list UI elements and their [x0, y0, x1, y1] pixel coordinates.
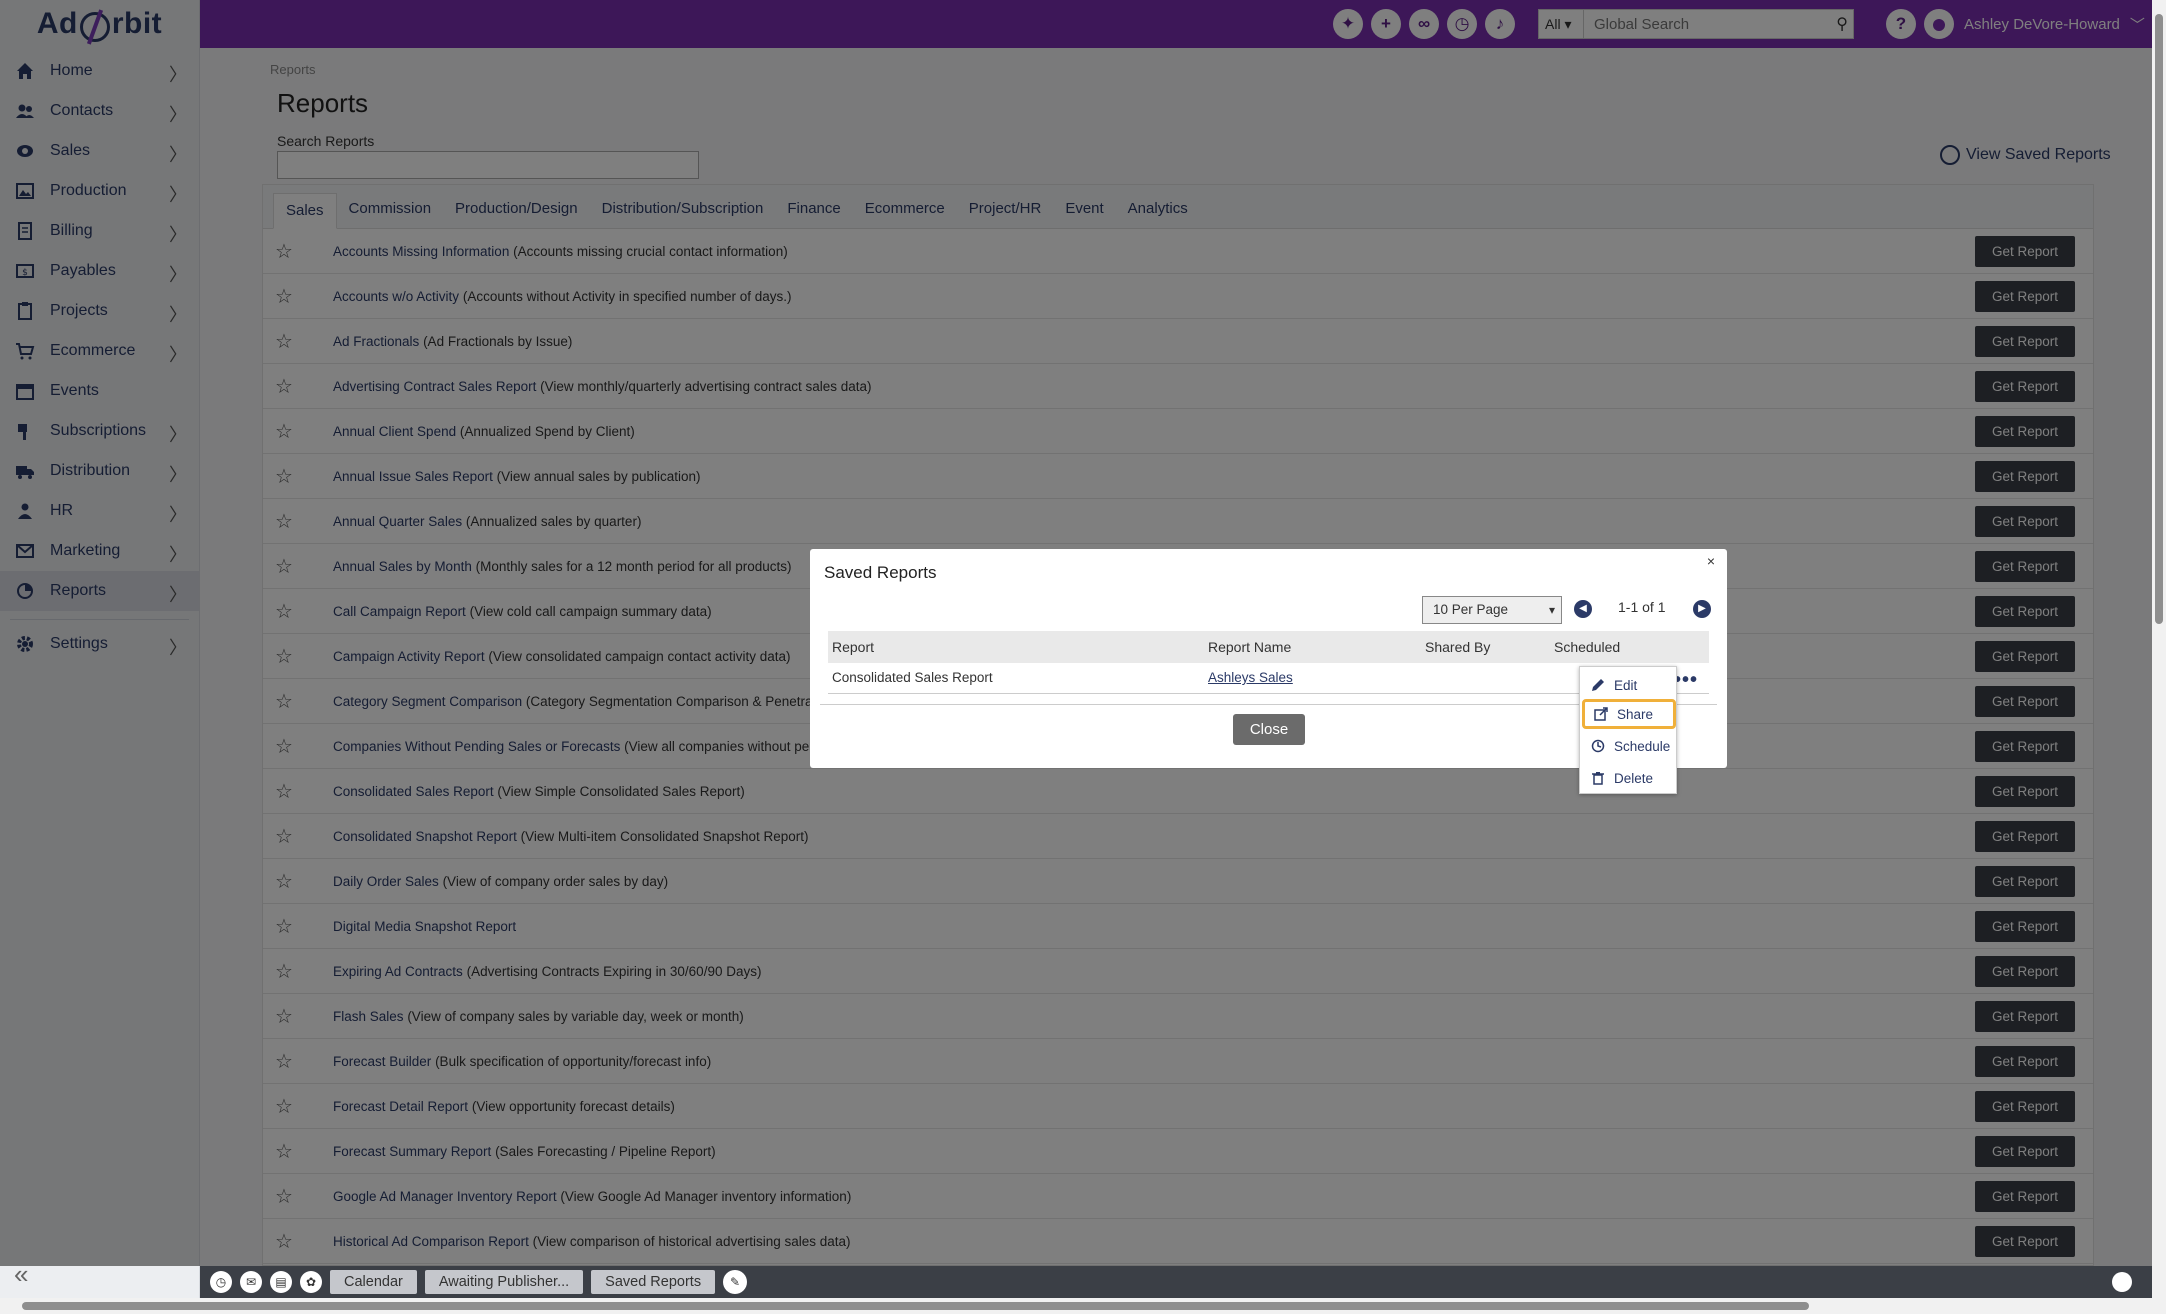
close-button[interactable]: Close — [1233, 714, 1305, 745]
menu-item-label: Edit — [1614, 677, 1638, 693]
per-page-select[interactable]: 10 Per Page ▾ — [1422, 596, 1562, 624]
column-report: Report — [832, 639, 875, 655]
column-scheduled: Scheduled — [1554, 639, 1621, 655]
pager-info: 1-1 of 1 — [1618, 599, 1666, 615]
menu-item-delete[interactable]: Delete — [1582, 763, 1676, 793]
column-report-name: Report Name — [1208, 639, 1292, 655]
bottom-tab-awaiting-publisher[interactable]: Awaiting Publisher... — [424, 1270, 584, 1294]
pencil-icon — [1590, 677, 1606, 693]
clock-icon — [1590, 738, 1606, 754]
trash-icon — [1590, 770, 1606, 786]
menu-item-label: Share — [1617, 706, 1654, 722]
close-icon[interactable]: × — [1707, 553, 1715, 569]
table-row: Consolidated Sales Report Ashleys Sales — [828, 663, 1709, 694]
menu-item-edit[interactable]: Edit — [1582, 670, 1676, 700]
table-header: Report Report Name Shared By Scheduled — [828, 631, 1709, 663]
next-page-icon[interactable]: ▶ — [1693, 600, 1711, 618]
cell-report: Consolidated Sales Report — [832, 670, 993, 685]
bottom-icons: ◷ ✉ ▤ ✿ — [210, 1271, 322, 1293]
clock-icon[interactable]: ◷ — [210, 1271, 232, 1293]
menu-item-schedule[interactable]: Schedule — [1582, 731, 1676, 761]
badge-icon[interactable]: ✿ — [300, 1271, 322, 1293]
previous-page-icon[interactable]: ◀ — [1574, 600, 1592, 618]
inbox-icon[interactable]: ▤ — [270, 1271, 292, 1293]
share-icon — [1593, 706, 1609, 722]
toggle-icon[interactable] — [2112, 1272, 2132, 1292]
mail-icon[interactable]: ✉ — [240, 1271, 262, 1293]
scroll-thumb[interactable] — [2155, 14, 2163, 624]
menu-item-label: Delete — [1614, 770, 1654, 786]
more-actions-icon[interactable]: ••• — [1674, 669, 1698, 692]
column-shared-by: Shared By — [1425, 639, 1491, 655]
bottom-tab-saved-reports[interactable]: Saved Reports — [591, 1270, 716, 1294]
menu-item-label: Schedule — [1614, 738, 1671, 754]
horizontal-scrollbar[interactable] — [0, 1298, 2166, 1314]
vertical-scrollbar[interactable] — [2152, 0, 2166, 1298]
modal-title: Saved Reports — [824, 563, 937, 582]
scroll-thumb[interactable] — [22, 1302, 1809, 1310]
row-action-menu: Edit Share Schedule Delete — [1579, 666, 1677, 794]
pencil-icon[interactable]: ✎ — [723, 1270, 748, 1294]
per-page-value: 10 Per Page — [1433, 602, 1509, 617]
saved-reports-table: Report Report Name Shared By Scheduled C… — [828, 631, 1709, 694]
chevron-down-icon: ▾ — [1548, 603, 1555, 617]
cell-report-name-link[interactable]: Ashleys Sales — [1208, 670, 1293, 685]
menu-item-share[interactable]: Share — [1582, 699, 1676, 729]
bottom-tab-calendar[interactable]: Calendar — [330, 1270, 417, 1294]
bottom-bar: ◷ ✉ ▤ ✿ Calendar Awaiting Publisher... S… — [200, 1266, 2152, 1298]
